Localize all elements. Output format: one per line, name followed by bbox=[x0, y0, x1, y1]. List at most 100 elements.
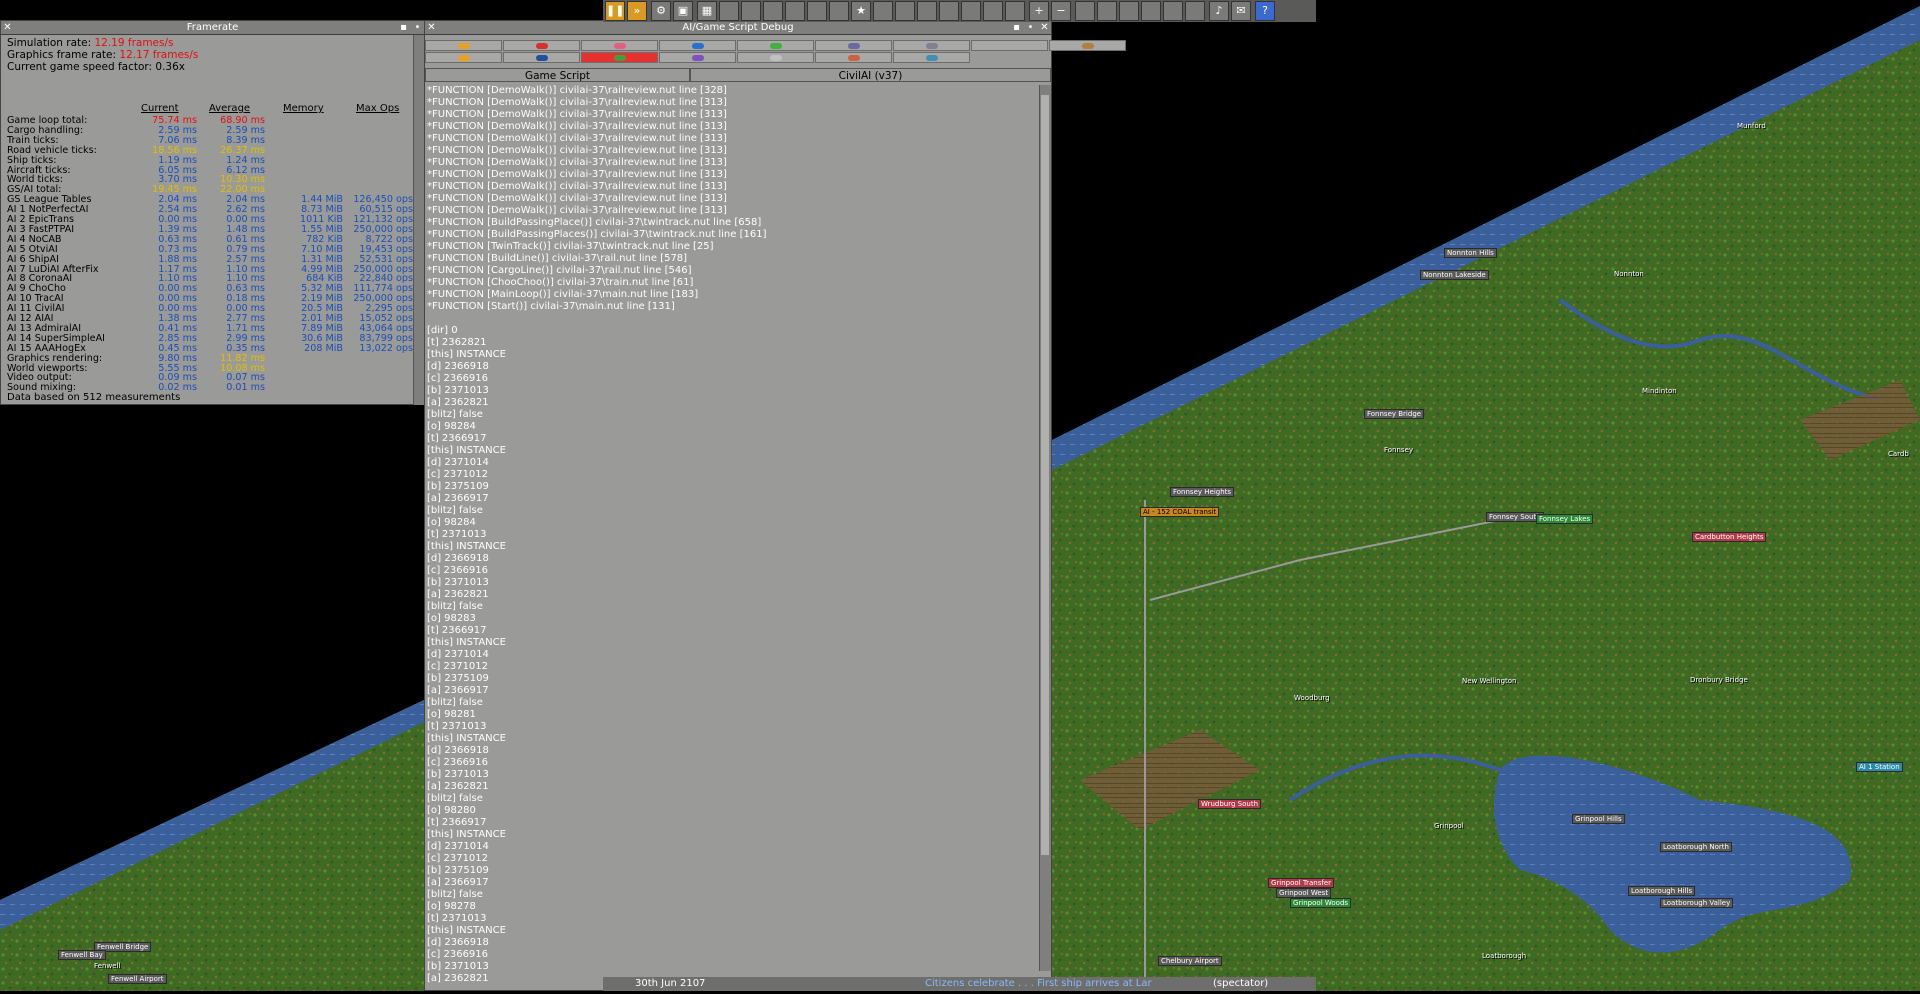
ai-company-button[interactable] bbox=[659, 52, 736, 63]
station-label[interactable]: Grinpool West bbox=[1276, 888, 1332, 898]
ai-company-button[interactable] bbox=[425, 40, 502, 51]
station-label[interactable]: Fenwell Airport bbox=[108, 974, 167, 984]
ai-company-button[interactable] bbox=[971, 40, 1048, 51]
sticky-icon[interactable]: • bbox=[1024, 21, 1037, 34]
ai-company-button[interactable] bbox=[659, 40, 736, 51]
build-tram-icon[interactable] bbox=[1119, 1, 1139, 21]
station-label[interactable]: Chelbury Airport bbox=[1158, 956, 1222, 966]
shade-icon[interactable]: ▪ bbox=[1010, 21, 1023, 34]
station-label[interactable]: Wrudburg South bbox=[1198, 799, 1262, 809]
messages-icon[interactable]: ✉ bbox=[1231, 1, 1251, 21]
ai-company-button[interactable] bbox=[893, 52, 970, 63]
music-icon[interactable]: ♪ bbox=[1209, 1, 1229, 21]
finances-icon[interactable] bbox=[785, 1, 805, 21]
map-icon[interactable]: ▦ bbox=[697, 1, 717, 21]
town-label[interactable]: Loatborough Hills bbox=[1628, 886, 1696, 896]
station-label[interactable]: Fonnsey Lakes bbox=[1536, 514, 1594, 524]
zoom-in-icon[interactable]: + bbox=[1029, 1, 1049, 21]
log-line: [d] 2366918 bbox=[427, 745, 489, 756]
station-label[interactable]: Fenwell Bay bbox=[58, 950, 106, 960]
ai-company-button[interactable] bbox=[737, 40, 814, 51]
ship-list-icon[interactable] bbox=[983, 1, 1003, 21]
sticky-icon[interactable]: • bbox=[411, 21, 424, 34]
pause-icon[interactable]: ❚❚ bbox=[605, 1, 625, 21]
framerate-scrollbar[interactable] bbox=[413, 35, 424, 405]
build-rail-icon[interactable] bbox=[1075, 1, 1095, 21]
aircraft-list-icon[interactable] bbox=[1005, 1, 1025, 21]
town-label[interactable]: Loatborough bbox=[1480, 952, 1528, 960]
ai-company-button[interactable] bbox=[581, 52, 658, 63]
town-directory-icon[interactable] bbox=[719, 1, 739, 21]
tab-civilai[interactable]: CivilAI (v37) bbox=[690, 68, 1051, 82]
save-icon[interactable]: ▣ bbox=[673, 1, 693, 21]
build-air-icon[interactable] bbox=[1163, 1, 1183, 21]
log-line: *FUNCTION [DemoWalk()] civilai-37\railre… bbox=[427, 145, 727, 156]
town-label[interactable]: Mindinton bbox=[1640, 387, 1679, 395]
town-label[interactable]: Grinpool Hills bbox=[1572, 814, 1625, 824]
town-label[interactable]: Grinpool bbox=[1432, 822, 1466, 830]
goals-icon[interactable]: ★ bbox=[851, 1, 871, 21]
town-label[interactable]: Loatborough Valley bbox=[1660, 898, 1734, 908]
industry-icon[interactable] bbox=[917, 1, 937, 21]
town-label[interactable]: Fenwell bbox=[92, 962, 122, 970]
town-label[interactable]: Fonnsey South bbox=[1486, 512, 1544, 522]
ai-company-button[interactable] bbox=[503, 40, 580, 51]
ai-company-button[interactable] bbox=[893, 40, 970, 51]
settings-icon[interactable]: ⚙ bbox=[651, 1, 671, 21]
ai-debug-titlebar[interactable]: ✕ AI/Game Script Debug ▪ • ✕ bbox=[425, 21, 1051, 35]
company-icon[interactable] bbox=[807, 1, 827, 21]
town-label[interactable]: Fonnsey Heights bbox=[1170, 487, 1235, 497]
landscaping-icon[interactable] bbox=[1185, 1, 1205, 21]
town-label[interactable]: Dronbury Bridge bbox=[1688, 676, 1750, 684]
ai-company-button[interactable] bbox=[425, 52, 502, 63]
ai-company-button[interactable] bbox=[503, 52, 580, 63]
town-label[interactable]: New Wellington bbox=[1460, 677, 1519, 685]
ai-company-button[interactable] bbox=[737, 52, 814, 63]
build-water-icon[interactable] bbox=[1141, 1, 1161, 21]
graphs-icon[interactable] bbox=[873, 1, 893, 21]
road-vehicle-list-icon[interactable] bbox=[961, 1, 981, 21]
tab-game-script[interactable]: Game Script bbox=[425, 68, 690, 82]
town-label[interactable]: Nonnton bbox=[1612, 270, 1646, 278]
town-label[interactable]: Nonnton Lakeside bbox=[1420, 270, 1489, 280]
close-icon[interactable]: ✕ bbox=[1038, 21, 1051, 34]
scrollbar-thumb[interactable] bbox=[1041, 95, 1049, 855]
town-label[interactable]: Woodburg bbox=[1292, 694, 1332, 702]
town-label[interactable]: Fonnsey bbox=[1382, 446, 1415, 454]
station-label[interactable]: Cardbutton Heights bbox=[1692, 532, 1767, 542]
story-book-icon[interactable] bbox=[829, 1, 849, 21]
station-label[interactable]: Grinpool Transfer bbox=[1268, 878, 1335, 888]
ai-company-button[interactable] bbox=[581, 40, 658, 51]
station-label[interactable]: Grinpool Woods bbox=[1290, 898, 1352, 908]
ai-company-button[interactable] bbox=[815, 52, 892, 63]
town-label[interactable]: Cardb bbox=[1886, 450, 1911, 458]
ai-company-button[interactable] bbox=[1049, 40, 1126, 51]
ai-company-button[interactable] bbox=[815, 40, 892, 51]
framerate-titlebar[interactable]: ✕ Framerate ▪ • bbox=[1, 21, 424, 35]
fast-forward-icon[interactable]: » bbox=[627, 1, 647, 21]
train-list-icon[interactable] bbox=[939, 1, 959, 21]
log-line: [this] INSTANCE bbox=[427, 541, 506, 552]
build-road-icon[interactable] bbox=[1097, 1, 1117, 21]
debug-log-scrollbar[interactable] bbox=[1039, 85, 1051, 971]
town-label[interactable]: Loatborough North bbox=[1660, 842, 1732, 852]
league-table-icon[interactable] bbox=[895, 1, 915, 21]
close-icon[interactable]: ✕ bbox=[1, 21, 14, 34]
station-label[interactable]: AI - 152 COAL transit bbox=[1140, 507, 1220, 517]
close-icon[interactable]: ✕ bbox=[425, 21, 438, 34]
log-line: *FUNCTION [DemoWalk()] civilai-37\railre… bbox=[427, 181, 727, 192]
town-label[interactable]: Fonnsey Bridge bbox=[1364, 409, 1425, 419]
town-label[interactable]: Nonnton Hills bbox=[1444, 248, 1497, 258]
station-label[interactable]: AI 1 Station bbox=[1856, 762, 1903, 772]
framerate-window[interactable]: ✕ Framerate ▪ • Simulation rate: 12.19 f… bbox=[0, 20, 425, 405]
ai-debug-window[interactable]: ✕ AI/Game Script Debug ▪ • ✕ Game Script… bbox=[424, 20, 1126, 991]
subsidies-icon[interactable] bbox=[741, 1, 761, 21]
company-color-icon bbox=[770, 43, 782, 49]
help-icon[interactable]: ? bbox=[1255, 1, 1275, 21]
company-status[interactable]: (spectator) bbox=[1213, 977, 1268, 991]
town-label[interactable]: Munford bbox=[1735, 122, 1768, 130]
news-ticker[interactable]: Citizens celebrate . . . First ship arri… bbox=[925, 977, 1152, 991]
zoom-out-icon[interactable]: − bbox=[1051, 1, 1071, 21]
shade-icon[interactable]: ▪ bbox=[397, 21, 410, 34]
station-list-icon[interactable] bbox=[763, 1, 783, 21]
